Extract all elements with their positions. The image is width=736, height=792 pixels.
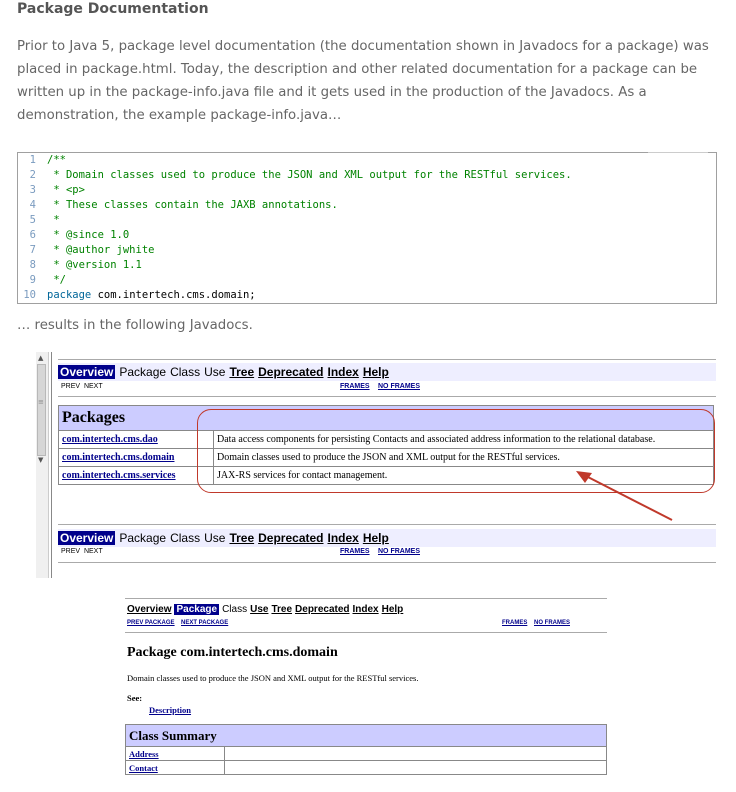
package-name-cell: com.intertech.cms.services bbox=[58, 466, 214, 485]
nav-package: Package bbox=[119, 531, 167, 545]
subnav-next: NEXT bbox=[83, 548, 103, 555]
class-name-cell: Address bbox=[125, 746, 225, 761]
bottom-subnav: PREV NEXT FRAMES NO FRAMES bbox=[61, 546, 711, 558]
code-line: 3 * <p> bbox=[29, 184, 85, 196]
code-line: 9 */ bbox=[29, 274, 66, 286]
scrollbar[interactable]: ▲ ≡ ▼ bbox=[36, 352, 49, 578]
nav-tree[interactable]: Tree bbox=[229, 531, 254, 545]
nav-divider bbox=[125, 598, 607, 599]
code-line: 6 * @since 1.0 bbox=[29, 229, 130, 241]
code-line: 1/** bbox=[29, 154, 66, 166]
frames-link[interactable]: FRAMES bbox=[340, 381, 370, 393]
nav-help[interactable]: Help bbox=[363, 531, 389, 545]
subnav-prev: PREV bbox=[61, 383, 81, 390]
frames-link[interactable]: FRAMES bbox=[502, 619, 527, 627]
no-frames-link[interactable]: NO FRAMES bbox=[534, 619, 570, 627]
class-link[interactable]: Address bbox=[129, 749, 159, 759]
nav-divider bbox=[58, 524, 716, 525]
code-line: 5 * bbox=[29, 214, 60, 226]
nav-overview: Overview bbox=[58, 531, 116, 545]
subnav-next: NEXT bbox=[83, 383, 103, 390]
nav-class: Class bbox=[170, 365, 201, 379]
class-link[interactable]: Contact bbox=[129, 763, 158, 773]
package-nav-bar: Overview Package Class Use Tree Deprecated Ind… bbox=[127, 603, 406, 616]
nav-index[interactable]: Index bbox=[328, 365, 359, 379]
code-toolbar bbox=[648, 152, 708, 156]
nav-package: Package bbox=[174, 604, 220, 615]
frames-link[interactable]: FRAMES bbox=[340, 546, 370, 558]
package-title: Package com.intertech.cms.domain bbox=[127, 645, 338, 660]
class-name-cell: Contact bbox=[125, 760, 225, 775]
nav-divider bbox=[125, 632, 607, 633]
nav-use: Use bbox=[204, 531, 226, 545]
nav-overview: Overview bbox=[58, 365, 116, 379]
see-label: See: bbox=[127, 693, 143, 703]
top-subnav: PREV NEXT FRAMES NO FRAMES bbox=[61, 381, 711, 393]
nav-divider bbox=[58, 562, 716, 563]
code-line: 8 * @version 1.1 bbox=[29, 259, 142, 271]
package-name-cell: com.intertech.cms.dao bbox=[58, 430, 214, 449]
paragraph-line: written up in the package-info.java file… bbox=[17, 85, 647, 100]
nav-deprecated[interactable]: Deprecated bbox=[258, 365, 323, 379]
nav-help[interactable]: Help bbox=[363, 365, 389, 379]
code-line: 4 * These classes contain the JAXB annot… bbox=[29, 199, 338, 211]
no-frames-link[interactable]: NO FRAMES bbox=[378, 546, 420, 558]
prev-package-link[interactable]: PREV PACKAGE bbox=[127, 619, 175, 627]
annotation-arrow-icon bbox=[576, 471, 673, 521]
description-link[interactable]: Description bbox=[149, 705, 191, 715]
package-link[interactable]: com.intertech.cms.services bbox=[62, 470, 176, 481]
frame-divider bbox=[51, 352, 52, 578]
nav-overview[interactable]: Overview bbox=[127, 604, 171, 615]
nav-help[interactable]: Help bbox=[382, 604, 404, 615]
nav-divider bbox=[58, 396, 716, 397]
nav-deprecated[interactable]: Deprecated bbox=[295, 604, 349, 615]
class-summary-header: Class Summary bbox=[125, 724, 607, 747]
package-name-cell: com.intertech.cms.domain bbox=[58, 448, 214, 467]
nav-use: Use bbox=[204, 365, 226, 379]
nav-use[interactable]: Use bbox=[250, 604, 268, 615]
paragraph-line: demonstration, the example package-info.… bbox=[17, 108, 342, 123]
code-line: 10 package com.intertech.cms.domain; bbox=[23, 289, 256, 301]
class-desc-cell bbox=[224, 746, 607, 761]
nav-tree[interactable]: Tree bbox=[271, 604, 292, 615]
top-nav-bar: Overview Package Class Use Tree Deprecated Ind… bbox=[58, 363, 716, 381]
code-block: 1/** 2 * Domain classes used to produce … bbox=[17, 152, 717, 304]
table-row: Contact bbox=[125, 760, 607, 775]
scroll-down-arrow-icon[interactable]: ▼ bbox=[38, 456, 43, 464]
code-line: 2 * Domain classes used to produce the J… bbox=[29, 169, 572, 181]
class-summary-table: Class Summary Address Contact bbox=[125, 724, 607, 775]
nav-divider bbox=[58, 359, 716, 360]
nav-index[interactable]: Index bbox=[328, 531, 359, 545]
paragraph-line: Prior to Java 5, package level documenta… bbox=[17, 39, 709, 54]
package-description: Domain classes used to produce the JSON … bbox=[127, 673, 419, 683]
scroll-thumb[interactable] bbox=[37, 364, 46, 456]
code-line: 7 * @author jwhite bbox=[29, 244, 155, 256]
scroll-up-arrow-icon[interactable]: ▲ bbox=[38, 354, 43, 362]
bottom-nav-bar: Overview Package Class Use Tree Deprecated Ind… bbox=[58, 529, 716, 547]
nav-deprecated[interactable]: Deprecated bbox=[258, 531, 323, 545]
next-package-link[interactable]: NEXT PACKAGE bbox=[181, 619, 228, 627]
intro-paragraph: Prior to Java 5, package level documenta… bbox=[17, 35, 717, 127]
section-heading: Package Documentation bbox=[17, 1, 209, 17]
package-link[interactable]: com.intertech.cms.domain bbox=[62, 452, 174, 463]
class-desc-cell bbox=[224, 760, 607, 775]
subnav-prev: PREV bbox=[61, 548, 81, 555]
table-row: Address bbox=[125, 746, 607, 761]
nav-package: Package bbox=[119, 365, 167, 379]
results-text: … results in the following Javadocs. bbox=[17, 318, 253, 333]
nav-class: Class bbox=[222, 604, 248, 615]
paragraph-line: placed in package.html. Today, the descr… bbox=[17, 62, 698, 77]
nav-tree[interactable]: Tree bbox=[229, 365, 254, 379]
scroll-grip-icon: ≡ bbox=[38, 398, 44, 406]
nav-index[interactable]: Index bbox=[353, 604, 379, 615]
package-link[interactable]: com.intertech.cms.dao bbox=[62, 434, 158, 445]
no-frames-link[interactable]: NO FRAMES bbox=[378, 381, 420, 393]
nav-class: Class bbox=[170, 531, 201, 545]
